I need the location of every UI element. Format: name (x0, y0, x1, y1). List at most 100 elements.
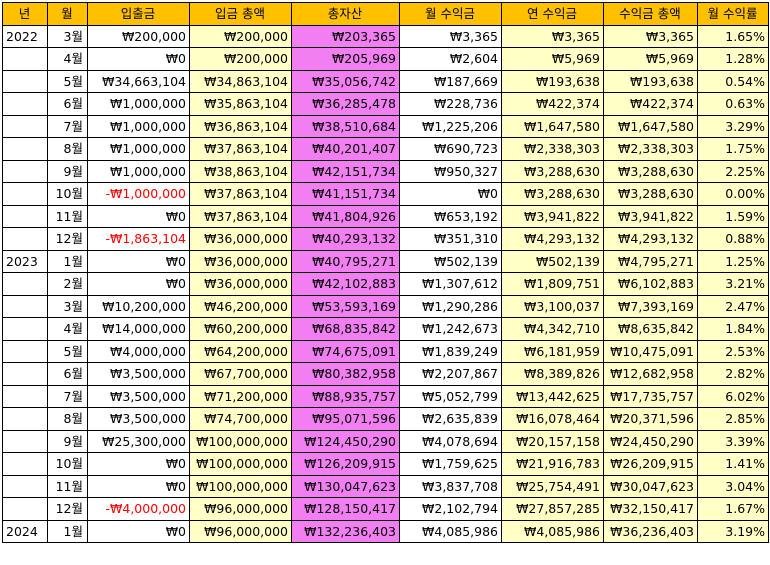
header-yearly-return[interactable]: 연 수익금 (501, 2, 604, 26)
total-return-cell[interactable]: ₩4,795,271 (603, 249, 698, 273)
monthly-return-cell[interactable]: ₩950,327 (399, 159, 502, 183)
total-return-cell[interactable]: ₩17,735,757 (603, 384, 698, 408)
monthly-rate-cell[interactable]: 1.59% (697, 204, 769, 228)
cumulative-deposit-cell[interactable]: ₩96,000,000 (189, 519, 292, 543)
total-return-cell[interactable]: ₩3,941,822 (603, 204, 698, 228)
yearly-return-cell[interactable]: ₩4,293,132 (501, 227, 604, 251)
total-return-cell[interactable]: ₩3,288,630 (603, 182, 698, 206)
cumulative-deposit-cell[interactable]: ₩200,000 (189, 24, 292, 48)
total-assets-cell[interactable]: ₩40,795,271 (291, 249, 400, 273)
monthly-rate-cell[interactable]: 3.04% (697, 474, 769, 498)
total-return-cell[interactable]: ₩3,365 (603, 24, 698, 48)
total-return-cell[interactable]: ₩6,102,883 (603, 272, 698, 296)
total-return-cell[interactable]: ₩7,393,169 (603, 294, 698, 318)
header-total-assets[interactable]: 총자산 (291, 2, 400, 26)
yearly-return-cell[interactable]: ₩20,157,158 (501, 429, 604, 453)
monthly-return-cell[interactable]: ₩3,365 (399, 24, 502, 48)
year-cell[interactable] (2, 204, 48, 228)
monthly-rate-cell[interactable]: 2.25% (697, 159, 769, 183)
deposit-cell[interactable]: ₩0 (87, 452, 190, 476)
total-assets-cell[interactable]: ₩41,804,926 (291, 204, 400, 228)
cumulative-deposit-cell[interactable]: ₩36,000,000 (189, 227, 292, 251)
cumulative-deposit-cell[interactable]: ₩67,700,000 (189, 362, 292, 386)
monthly-return-cell[interactable]: ₩1,225,206 (399, 114, 502, 138)
monthly-return-cell[interactable]: ₩0 (399, 182, 502, 206)
monthly-return-cell[interactable]: ₩2,604 (399, 47, 502, 71)
month-cell[interactable]: 7월 (47, 114, 88, 138)
yearly-return-cell[interactable]: ₩3,365 (501, 24, 604, 48)
monthly-return-cell[interactable]: ₩502,139 (399, 249, 502, 273)
year-cell[interactable] (2, 384, 48, 408)
monthly-return-cell[interactable]: ₩653,192 (399, 204, 502, 228)
deposit-cell[interactable]: ₩1,000,000 (87, 92, 190, 116)
total-return-cell[interactable]: ₩2,338,303 (603, 137, 698, 161)
year-cell[interactable] (2, 317, 48, 341)
cumulative-deposit-cell[interactable]: ₩74,700,000 (189, 407, 292, 431)
deposit-cell[interactable]: ₩0 (87, 249, 190, 273)
deposit-cell[interactable]: -₩1,863,104 (87, 227, 190, 251)
total-return-cell[interactable]: ₩30,047,623 (603, 474, 698, 498)
yearly-return-cell[interactable]: ₩5,969 (501, 47, 604, 71)
month-cell[interactable]: 4월 (47, 317, 88, 341)
monthly-rate-cell[interactable]: 2.85% (697, 407, 769, 431)
monthly-rate-cell[interactable]: 1.65% (697, 24, 769, 48)
cumulative-deposit-cell[interactable]: ₩37,863,104 (189, 137, 292, 161)
cumulative-deposit-cell[interactable]: ₩37,863,104 (189, 182, 292, 206)
total-assets-cell[interactable]: ₩132,236,403 (291, 519, 400, 543)
year-cell[interactable] (2, 407, 48, 431)
month-cell[interactable]: 9월 (47, 429, 88, 453)
monthly-return-cell[interactable]: ₩2,207,867 (399, 362, 502, 386)
yearly-return-cell[interactable]: ₩25,754,491 (501, 474, 604, 498)
deposit-cell[interactable]: ₩0 (87, 272, 190, 296)
monthly-rate-cell[interactable]: 1.28% (697, 47, 769, 71)
month-cell[interactable]: 9월 (47, 159, 88, 183)
yearly-return-cell[interactable]: ₩3,288,630 (501, 182, 604, 206)
monthly-rate-cell[interactable]: 1.75% (697, 137, 769, 161)
total-assets-cell[interactable]: ₩128,150,417 (291, 497, 400, 521)
month-cell[interactable]: 3월 (47, 294, 88, 318)
cumulative-deposit-cell[interactable]: ₩200,000 (189, 47, 292, 71)
monthly-return-cell[interactable]: ₩4,078,694 (399, 429, 502, 453)
total-assets-cell[interactable]: ₩130,047,623 (291, 474, 400, 498)
monthly-return-cell[interactable]: ₩1,307,612 (399, 272, 502, 296)
monthly-rate-cell[interactable]: 1.67% (697, 497, 769, 521)
deposit-cell[interactable]: ₩34,663,104 (87, 69, 190, 93)
year-cell[interactable]: 2022 (2, 24, 48, 48)
month-cell[interactable]: 4월 (47, 47, 88, 71)
header-year[interactable]: 년 (2, 2, 48, 26)
yearly-return-cell[interactable]: ₩6,181,959 (501, 339, 604, 363)
yearly-return-cell[interactable]: ₩3,941,822 (501, 204, 604, 228)
total-return-cell[interactable]: ₩3,288,630 (603, 159, 698, 183)
monthly-rate-cell[interactable]: 0.54% (697, 69, 769, 93)
monthly-rate-cell[interactable]: 3.29% (697, 114, 769, 138)
total-return-cell[interactable]: ₩26,209,915 (603, 452, 698, 476)
month-cell[interactable]: 5월 (47, 69, 88, 93)
yearly-return-cell[interactable]: ₩27,857,285 (501, 497, 604, 521)
yearly-return-cell[interactable]: ₩3,288,630 (501, 159, 604, 183)
monthly-return-cell[interactable]: ₩187,669 (399, 69, 502, 93)
cumulative-deposit-cell[interactable]: ₩100,000,000 (189, 452, 292, 476)
total-return-cell[interactable]: ₩5,969 (603, 47, 698, 71)
total-assets-cell[interactable]: ₩203,365 (291, 24, 400, 48)
year-cell[interactable] (2, 497, 48, 521)
month-cell[interactable]: 12월 (47, 497, 88, 521)
cumulative-deposit-cell[interactable]: ₩36,000,000 (189, 249, 292, 273)
monthly-return-cell[interactable]: ₩690,723 (399, 137, 502, 161)
deposit-cell[interactable]: ₩25,300,000 (87, 429, 190, 453)
yearly-return-cell[interactable]: ₩21,916,783 (501, 452, 604, 476)
total-assets-cell[interactable]: ₩124,450,290 (291, 429, 400, 453)
cumulative-deposit-cell[interactable]: ₩71,200,000 (189, 384, 292, 408)
deposit-cell[interactable]: ₩14,000,000 (87, 317, 190, 341)
monthly-return-cell[interactable]: ₩228,736 (399, 92, 502, 116)
year-cell[interactable] (2, 227, 48, 251)
monthly-rate-cell[interactable]: 6.02% (697, 384, 769, 408)
month-cell[interactable]: 11월 (47, 204, 88, 228)
total-assets-cell[interactable]: ₩74,675,091 (291, 339, 400, 363)
cumulative-deposit-cell[interactable]: ₩46,200,000 (189, 294, 292, 318)
yearly-return-cell[interactable]: ₩2,338,303 (501, 137, 604, 161)
year-cell[interactable] (2, 362, 48, 386)
year-cell[interactable]: 2023 (2, 249, 48, 273)
month-cell[interactable]: 11월 (47, 474, 88, 498)
year-cell[interactable] (2, 159, 48, 183)
monthly-rate-cell[interactable]: 1.84% (697, 317, 769, 341)
